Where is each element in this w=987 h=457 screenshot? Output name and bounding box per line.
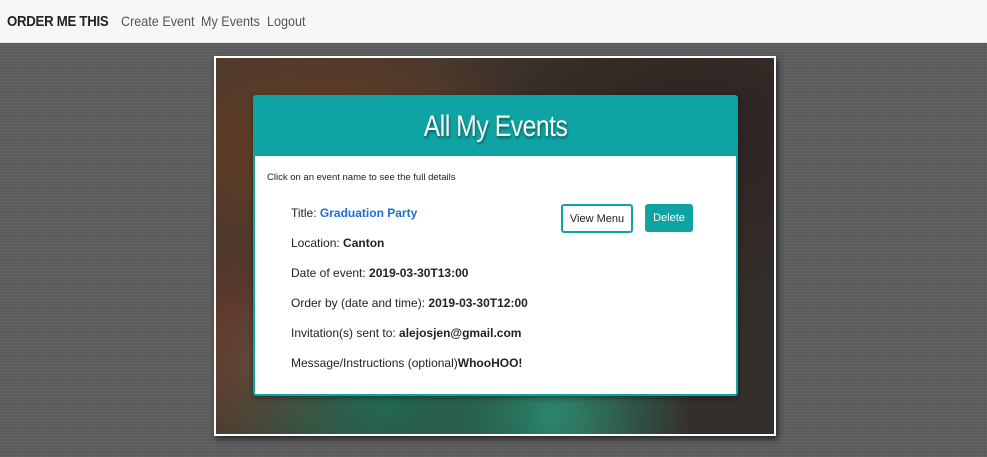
instructions-text: Click on an event name to see the full d… — [267, 172, 456, 183]
delete-button[interactable]: Delete — [645, 204, 693, 232]
event-title-row: Title: Graduation Party — [291, 206, 417, 220]
message-value: WhooHOO! — [457, 356, 523, 370]
date-value: 2019-03-30T13:00 — [369, 266, 469, 280]
nav-create-event[interactable]: Create Event — [121, 13, 195, 29]
event-message-row: Message/Instructions (optional)WhooHOO! — [291, 356, 522, 370]
navbar: ORDER ME THIS Create Event My Events Log… — [0, 0, 987, 43]
location-value: Canton — [343, 236, 385, 250]
nav-logout[interactable]: Logout — [267, 13, 306, 29]
invitations-value: alejosjen@gmail.com — [399, 326, 522, 340]
brand-logo[interactable]: ORDER ME THIS — [7, 13, 109, 30]
events-card: All My Events Click on an event name to … — [253, 95, 738, 396]
date-label: Date of event: — [291, 266, 370, 280]
event-location-row: Location: Canton — [291, 236, 384, 250]
order-by-value: 2019-03-30T12:00 — [428, 296, 528, 310]
card-header: All My Events — [255, 97, 736, 156]
page-title: All My Events — [423, 109, 568, 143]
event-order-by-row: Order by (date and time): 2019-03-30T12:… — [291, 296, 528, 310]
order-by-label: Order by (date and time): — [291, 296, 429, 310]
view-menu-button[interactable]: View Menu — [561, 204, 633, 233]
event-date-row: Date of event: 2019-03-30T13:00 — [291, 266, 468, 280]
title-label: Title: — [291, 206, 320, 220]
invitations-label: Invitation(s) sent to: — [291, 326, 400, 340]
event-title-link[interactable]: Graduation Party — [320, 206, 417, 220]
nav-my-events[interactable]: My Events — [201, 13, 260, 29]
message-label: Message/Instructions (optional) — [291, 356, 458, 370]
location-label: Location: — [291, 236, 344, 250]
event-invitations-row: Invitation(s) sent to: alejosjen@gmail.c… — [291, 326, 521, 340]
